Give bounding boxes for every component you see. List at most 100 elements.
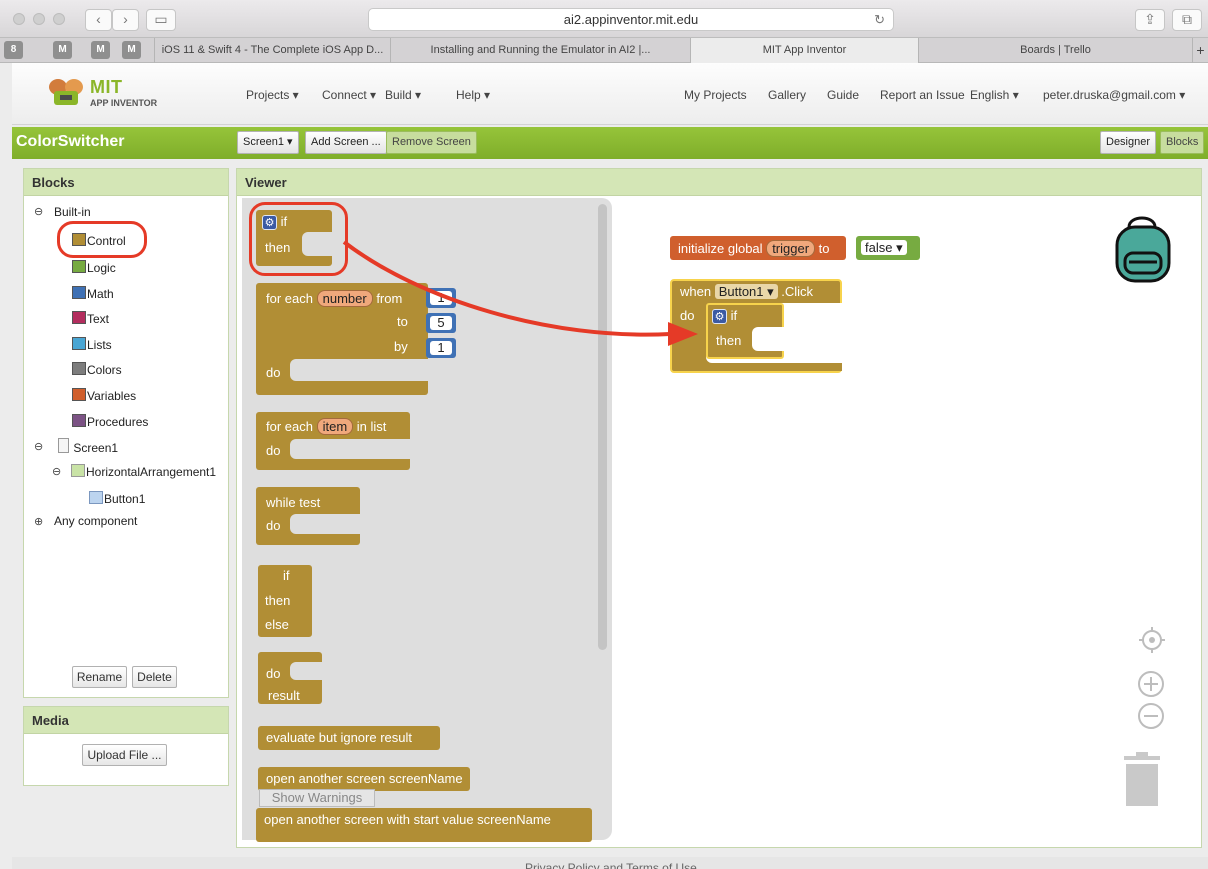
viewer-title: Viewer <box>237 169 1201 196</box>
collapse-icon[interactable]: ⊖ <box>34 205 43 218</box>
nested-if-block[interactable]: ⚙ if then <box>706 303 784 359</box>
tabs-overview-icon[interactable]: ⧉ <box>1172 9 1202 31</box>
pinned-tab[interactable]: M <box>91 41 110 59</box>
boolean-dropdown[interactable]: false ▾ <box>861 240 907 255</box>
menu-help[interactable]: Help ▾ <box>456 88 490 102</box>
reload-icon[interactable]: ↻ <box>874 9 885 30</box>
category-procedures[interactable]: Procedures <box>72 414 148 429</box>
tree-label: HorizontalArrangement1 <box>86 465 217 479</box>
show-warnings-button[interactable]: Show Warnings <box>259 789 375 807</box>
block-socket <box>752 327 784 351</box>
pinned-tab[interactable]: 8 <box>4 41 23 59</box>
app-inventor-logo[interactable]: MIT APP INVENTOR <box>46 75 166 115</box>
link-my-projects[interactable]: My Projects <box>684 88 747 102</box>
screen-select[interactable]: Screen1 ▾ <box>237 131 299 154</box>
app-header: MIT APP INVENTOR Projects ▾ Connect ▾ Bu… <box>12 63 1208 125</box>
category-variables[interactable]: Variables <box>72 388 136 403</box>
menu-projects[interactable]: Projects ▾ <box>246 88 299 102</box>
tree-label: Screen1 <box>73 441 119 455</box>
block-keyword: open another screen with start value scr… <box>264 812 551 827</box>
center-target-icon[interactable] <box>1137 625 1167 655</box>
category-label: Procedures <box>87 415 149 429</box>
evaluate-ignore-block[interactable]: evaluate but ignore result <box>258 726 440 750</box>
block-keyword: for each <box>266 419 313 434</box>
false-block[interactable]: false ▾ <box>856 236 920 260</box>
back-button[interactable]: ‹ <box>85 9 112 31</box>
block-keyword: if <box>730 308 738 323</box>
blocks-panel-title: Blocks <box>24 169 228 196</box>
address-bar[interactable]: ai2.appinventor.mit.edu ↻ <box>368 8 894 31</box>
category-lists[interactable]: Lists <box>72 337 112 352</box>
zoom-window-icon[interactable] <box>53 13 65 25</box>
text-swatch-icon <box>72 311 86 324</box>
browser-tab[interactable]: Installing and Running the Emulator in A… <box>390 38 690 63</box>
url-text: ai2.appinventor.mit.edu <box>563 12 699 27</box>
expand-icon[interactable]: ⊕ <box>34 515 43 528</box>
block-keyword: then <box>716 333 742 348</box>
tree-horizontal-arrangement[interactable]: HorizontalArrangement1 <box>71 464 216 479</box>
account-menu[interactable]: peter.druska@gmail.com ▾ <box>1043 88 1185 102</box>
zoom-in-icon[interactable] <box>1136 669 1166 699</box>
open-screen-value-block[interactable]: open another screen with start value scr… <box>256 808 592 842</box>
tree-button1[interactable]: Button1 <box>89 491 145 506</box>
category-math[interactable]: Math <box>72 286 114 301</box>
upload-file-button[interactable]: Upload File ... <box>82 744 167 766</box>
procedures-swatch-icon <box>72 414 86 427</box>
zoom-out-icon[interactable] <box>1136 701 1166 731</box>
pinned-tab[interactable]: M <box>53 41 72 59</box>
category-label: Math <box>87 287 114 301</box>
category-logic[interactable]: Logic <box>72 260 116 275</box>
trash-icon[interactable] <box>1124 752 1160 808</box>
add-screen-button[interactable]: Add Screen ... <box>305 131 387 154</box>
footer: Privacy Policy and Terms of Use <box>12 857 1208 869</box>
privacy-link[interactable]: Privacy Policy and Terms of Use <box>525 861 697 869</box>
forward-button[interactable]: › <box>112 9 139 31</box>
highlight-control-ring <box>57 221 147 258</box>
rename-button[interactable]: Rename <box>72 666 127 688</box>
menu-connect[interactable]: Connect ▾ <box>322 88 376 102</box>
browser-tab-active[interactable]: MIT App Inventor <box>690 38 918 63</box>
category-label: Text <box>87 312 110 326</box>
block-keyword: evaluate but ignore result <box>266 730 412 745</box>
browser-tab[interactable]: iOS 11 & Swift 4 - The Complete iOS App … <box>154 38 390 63</box>
close-window-icon[interactable] <box>13 13 25 25</box>
link-report-issue[interactable]: Report an Issue <box>880 88 965 102</box>
tree-any-component[interactable]: Any component <box>54 514 137 528</box>
drag-arrow-icon <box>342 240 698 346</box>
browser-tab[interactable]: Boards | Trello <box>918 38 1192 63</box>
blocks-button[interactable]: Blocks <box>1160 131 1205 154</box>
new-tab-button[interactable]: + <box>1192 38 1208 63</box>
minimize-window-icon[interactable] <box>33 13 45 25</box>
category-colors[interactable]: Colors <box>72 362 122 377</box>
link-guide[interactable]: Guide <box>827 88 859 102</box>
delete-button[interactable]: Delete <box>132 666 177 688</box>
collapse-icon[interactable]: ⊖ <box>34 440 43 453</box>
screen-icon <box>58 438 69 453</box>
menu-build[interactable]: Build ▾ <box>385 88 421 102</box>
project-name: ColorSwitcher <box>16 133 125 150</box>
share-icon[interactable]: ⇪ <box>1135 9 1165 31</box>
if-then-else-expression-block[interactable]: if then else <box>258 565 312 637</box>
language-menu[interactable]: English ▾ <box>970 88 1019 102</box>
component-dropdown[interactable]: Button1 ▾ <box>714 284 778 299</box>
block-keyword: in list <box>356 419 387 434</box>
global-var-name[interactable]: trigger <box>766 240 816 257</box>
sidebar-toggle-icon[interactable]: ▭ <box>146 9 176 31</box>
designer-button[interactable]: Designer <box>1100 131 1157 154</box>
open-screen-block[interactable]: open another screen screenName <box>258 767 470 791</box>
collapse-icon[interactable]: ⊖ <box>52 465 61 478</box>
media-panel-title: Media <box>24 707 228 734</box>
loop-variable[interactable]: item <box>316 418 354 435</box>
logic-swatch-icon <box>72 260 86 273</box>
backpack-icon[interactable] <box>1107 213 1177 283</box>
tree-screen1[interactable]: Screen1 <box>58 438 118 455</box>
category-text[interactable]: Text <box>72 311 109 326</box>
link-gallery[interactable]: Gallery <box>768 88 806 102</box>
tree-builtin[interactable]: Built-in <box>54 205 91 219</box>
lists-swatch-icon <box>72 337 86 350</box>
pinned-tab[interactable]: M <box>122 41 141 59</box>
while-block[interactable]: while test do <box>256 487 360 545</box>
remove-screen-button[interactable]: Remove Screen <box>386 131 477 154</box>
for-list-block[interactable]: for each item in list do <box>256 412 410 470</box>
do-result-block[interactable]: do result <box>258 652 322 704</box>
